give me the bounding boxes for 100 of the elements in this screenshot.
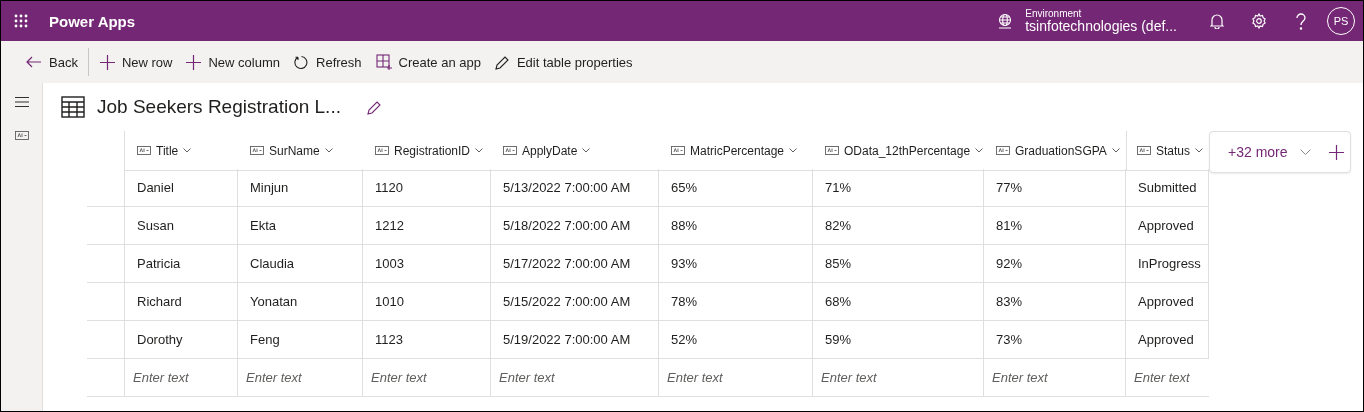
table-cell: Dorothy xyxy=(125,321,238,359)
command-button[interactable]: Refresh xyxy=(287,46,369,78)
plus-icon xyxy=(99,54,115,70)
table-icon xyxy=(61,96,85,118)
table-cell: Approved xyxy=(1126,283,1209,321)
environment-label: Environment xyxy=(1025,7,1083,19)
chevron-down-icon xyxy=(1299,149,1311,155)
pencil-icon[interactable] xyxy=(366,99,382,115)
table-cell: 5/17/2022 7:00:00 AM xyxy=(491,245,659,283)
back-button[interactable]: Back xyxy=(19,46,85,78)
table-cell: 73% xyxy=(984,321,1126,359)
table-cell: 1120 xyxy=(363,169,491,207)
table-cell: Approved xyxy=(1126,321,1209,359)
table-cell: 1212 xyxy=(363,207,491,245)
table-cell: 82% xyxy=(813,207,984,245)
command-button[interactable]: New row xyxy=(92,46,180,78)
table-cell: 59% xyxy=(813,321,984,359)
input-field[interactable]: Enter text xyxy=(1126,359,1209,396)
text-column-icon xyxy=(671,146,685,155)
command-button[interactable]: New column xyxy=(179,46,287,78)
row-selector-cell[interactable] xyxy=(87,283,125,321)
column-header[interactable]: RegistrationID xyxy=(363,131,491,171)
menu-icon[interactable] xyxy=(14,97,29,107)
table-cell: Daniel xyxy=(125,169,238,207)
app-title: Power Apps xyxy=(49,12,136,30)
chevron-down-icon xyxy=(975,148,984,153)
input-field[interactable]: Enter text xyxy=(659,359,812,396)
chevron-down-icon xyxy=(324,148,333,153)
globe-icon xyxy=(997,13,1014,29)
table-cell: 65% xyxy=(659,169,813,207)
column-header[interactable]: Title xyxy=(125,131,238,171)
chevron-down-icon xyxy=(582,148,591,153)
table-cell: Yonatan xyxy=(238,283,363,321)
text-field-icon[interactable] xyxy=(14,131,29,140)
column-header[interactable]: GraduationSGPA xyxy=(984,131,1126,171)
refresh-icon xyxy=(294,54,309,70)
pencil-icon xyxy=(494,54,510,70)
table-cell: 78% xyxy=(659,283,813,321)
table-cell: 1003 xyxy=(363,245,491,283)
table-cell: Minjun xyxy=(238,169,363,207)
table-cell: InProgress xyxy=(1126,245,1209,283)
text-column-icon xyxy=(375,146,389,155)
row-selector-cell[interactable] xyxy=(87,245,125,283)
environment-name[interactable]: tsinfotechnologies (def... xyxy=(1025,18,1177,35)
chevron-down-icon xyxy=(183,148,192,153)
text-column-icon xyxy=(1137,146,1151,155)
table-cell: 93% xyxy=(659,245,813,283)
row-selector-cell[interactable] xyxy=(87,207,125,245)
table-cell: Patricia xyxy=(125,245,238,283)
input-field[interactable]: Enter text xyxy=(813,359,983,396)
more-columns-button[interactable]: +32 more xyxy=(1210,133,1317,171)
table-cell: 52% xyxy=(659,321,813,359)
chevron-down-icon xyxy=(475,148,484,153)
table-cell: 85% xyxy=(813,245,984,283)
input-field[interactable]: Enter text xyxy=(984,359,1125,396)
text-column-icon xyxy=(503,146,517,155)
table-cell: 1123 xyxy=(363,321,491,359)
row-selector-cell[interactable] xyxy=(87,359,125,397)
table-cell: Susan xyxy=(125,207,238,245)
column-header[interactable]: MatricPercentage xyxy=(659,131,813,171)
table-cell: Richard xyxy=(125,283,238,321)
table-cell: 92% xyxy=(984,245,1126,283)
back-arrow-icon xyxy=(26,56,42,68)
input-field[interactable]: Enter text xyxy=(238,359,362,396)
row-selector-cell[interactable] xyxy=(87,321,125,359)
command-button[interactable]: Create an app xyxy=(368,46,488,78)
table-cell: 68% xyxy=(813,283,984,321)
grid-plus-icon xyxy=(375,54,392,70)
table-cell: 81% xyxy=(984,207,1126,245)
row-selector-cell[interactable] xyxy=(87,169,125,207)
plus-icon xyxy=(1328,144,1344,160)
table-cell: Approved xyxy=(1126,207,1209,245)
table-cell: Submitted xyxy=(1126,169,1209,207)
input-field[interactable]: Enter text xyxy=(363,359,490,396)
plus-icon xyxy=(186,54,202,70)
text-column-icon xyxy=(137,146,151,155)
table-cell: 83% xyxy=(984,283,1126,321)
table-cell: Feng xyxy=(238,321,363,359)
table-cell: 5/15/2022 7:00:00 AM xyxy=(491,283,659,321)
table-cell: Ekta xyxy=(238,207,363,245)
column-header[interactable]: ApplyDate xyxy=(491,131,659,171)
chevron-down-icon xyxy=(1195,148,1204,153)
table-cell: 5/13/2022 7:00:00 AM xyxy=(491,169,659,207)
table-title: Job Seekers Registration L... xyxy=(97,96,341,118)
table-cell: 88% xyxy=(659,207,813,245)
input-field[interactable]: Enter text xyxy=(491,359,658,396)
input-field[interactable]: Enter text xyxy=(125,359,237,396)
table-cell: Claudia xyxy=(238,245,363,283)
text-column-icon xyxy=(996,146,1010,155)
column-header[interactable]: SurName xyxy=(238,131,363,171)
text-column-icon xyxy=(250,146,264,155)
text-column-icon xyxy=(825,146,839,155)
table-cell: 5/19/2022 7:00:00 AM xyxy=(491,321,659,359)
command-button[interactable]: Edit table properties xyxy=(487,46,640,78)
table-cell: 71% xyxy=(813,169,984,207)
chevron-down-icon xyxy=(789,148,798,153)
column-header[interactable]: OData_12thPercentage xyxy=(813,131,984,171)
table-cell: 1010 xyxy=(363,283,491,321)
table-cell: 5/18/2022 7:00:00 AM xyxy=(491,207,659,245)
table-cell: 77% xyxy=(984,169,1126,207)
